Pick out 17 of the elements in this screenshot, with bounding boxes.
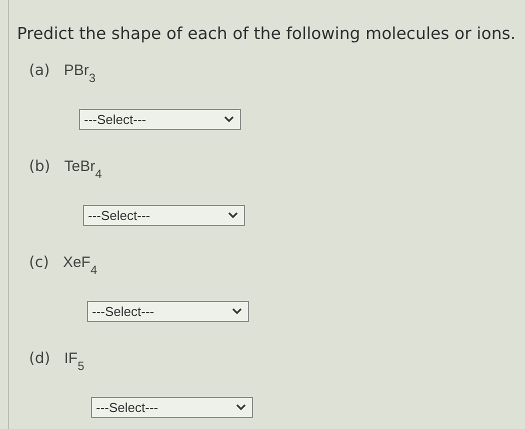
question-text: Predict the shape of each of the following molecules or ions. <box>17 24 517 43</box>
shape-dropdown[interactable]: ---Select--- <box>91 397 253 418</box>
chevron-icon <box>224 116 234 123</box>
part-label: (a) <box>29 61 50 79</box>
part-label: (c) <box>29 253 49 271</box>
formula: IF$_{5}$ <box>64 350 84 370</box>
formula: XeF$_{4}$ <box>62 254 98 274</box>
shape-dropdown[interactable]: ---Select--- <box>87 301 249 322</box>
part-label: (d) <box>29 349 50 367</box>
formula: TeBr$_{4}$ <box>64 158 102 178</box>
part-label: (b) <box>29 157 50 175</box>
chevron-icon <box>228 212 238 219</box>
shape-dropdown[interactable]: ---Select--- <box>79 109 241 130</box>
formula: PBr$_{3}$ <box>64 62 96 82</box>
chevron-icon <box>236 404 246 411</box>
shape-dropdown[interactable]: ---Select--- <box>83 205 245 226</box>
chevron-icon <box>232 308 242 315</box>
